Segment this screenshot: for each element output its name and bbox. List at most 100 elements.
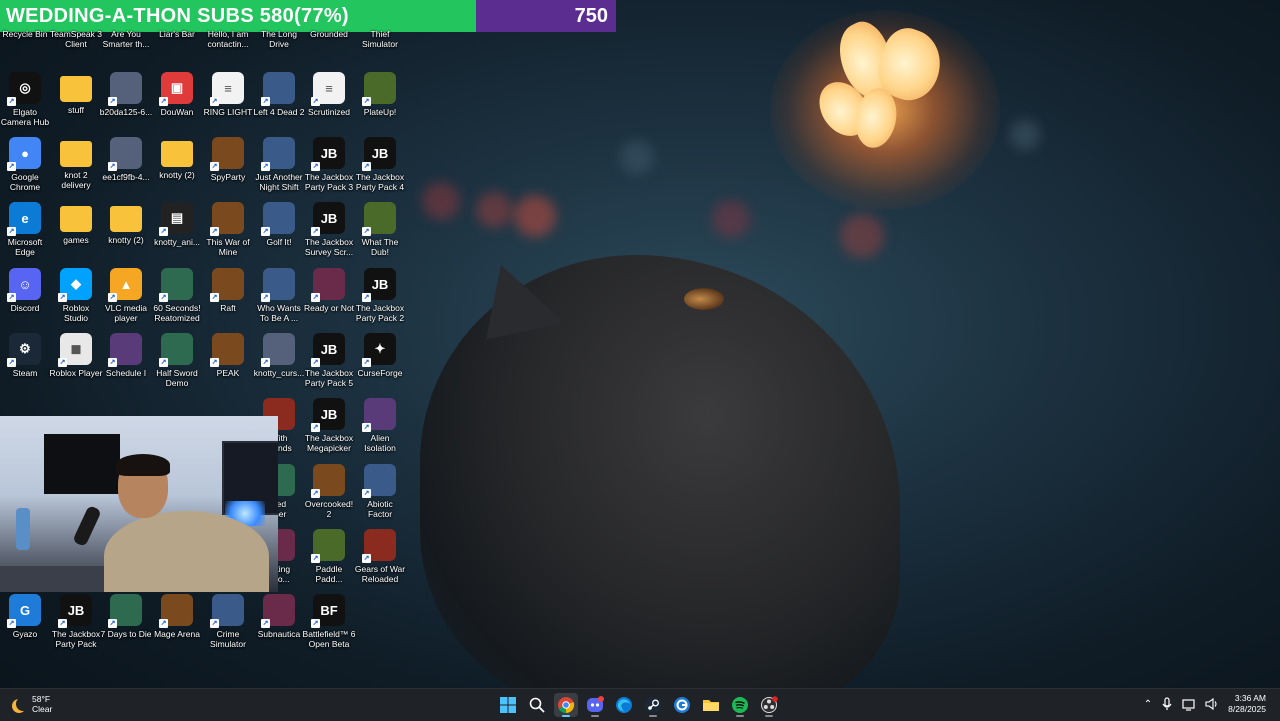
desktop-icon[interactable]: ● ↗ Google Chrome [0, 137, 54, 192]
desktop-icon[interactable]: ✦ ↗ CurseForge [351, 333, 409, 378]
jackbox-icon: JB ↗ [362, 137, 396, 171]
desktop-icon-label: Ready or Not [303, 303, 355, 313]
clock[interactable]: 3:36 AM 8/28/2025 [1228, 693, 1266, 715]
clock-time: 3:36 AM [1234, 693, 1266, 703]
desktop-icon[interactable]: ↗Liar's Bar [148, 0, 206, 39]
desktop-icon[interactable]: ▤ ↗ knotty_ani... [148, 202, 206, 247]
shortcut-arrow-icon: ↗ [7, 97, 16, 106]
taskbar-edge[interactable] [612, 693, 636, 717]
desktop-icon[interactable]: ↗ PlateUp! [351, 72, 409, 117]
desktop-icon[interactable]: G ↗ Gyazo [0, 594, 54, 639]
shortcut-arrow-icon: ↗ [311, 619, 320, 628]
desktop-icon[interactable]: ♻Recycle Bin [0, 0, 54, 39]
desktop-icon-label: The Jackbox Party Pack 3 [304, 172, 354, 192]
desktop-icon[interactable]: ≡ ↗ Scrutinized [300, 72, 358, 117]
desktop-icon[interactable]: ↗ Mage Arena [148, 594, 206, 639]
desktop-icon-label: Thief Simulator [362, 29, 398, 49]
search-button[interactable] [525, 693, 549, 717]
taskbar-obs[interactable] [757, 693, 781, 717]
desktop-icon[interactable]: ↗Thief Simulator [351, 0, 409, 49]
desktop-icon[interactable]: JB ↗ The Jackbox Survey Scr... [300, 202, 358, 257]
game-icon: ↗ [362, 529, 396, 563]
desktop-icon[interactable]: ↗ Schedule I [97, 333, 155, 378]
shortcut-arrow-icon: ↗ [7, 293, 16, 302]
desktop-icon[interactable]: ↗ Paddle Padd... [300, 529, 358, 584]
network-icon[interactable] [1182, 697, 1196, 711]
desktop-icon[interactable]: ↗ Abiotic Factor [351, 464, 409, 519]
microphone-icon[interactable] [1161, 697, 1173, 711]
desktop-icon[interactable]: knotty (2) [148, 137, 206, 180]
battlefield-icon: BF ↗ [311, 594, 345, 628]
desktop-icon[interactable]: ≡ ↗ RING LIGHT [199, 72, 257, 117]
game-icon: ↗ [311, 464, 345, 498]
chevron-up-icon[interactable]: ⌃ [1144, 699, 1152, 710]
shortcut-arrow-icon: ↗ [311, 554, 320, 563]
shortcut-arrow-icon: ↗ [108, 162, 117, 171]
desktop-icon-label: DouWan [160, 107, 194, 117]
desktop-icon[interactable]: ↗ b20da125-6... [97, 72, 155, 117]
game-icon: ↗ [261, 137, 295, 171]
folder-icon [60, 141, 92, 167]
desktop-icon-label: What The Dub! [361, 237, 399, 257]
desktop-icon[interactable]: JB ↗ The Jackbox Party Pack 3 [300, 137, 358, 192]
desktop-icon[interactable]: ▲ ↗ VLC media player [97, 268, 155, 323]
desktop-icon[interactable]: ↗ What The Dub! [351, 202, 409, 257]
desktop-icon-label: The Jackbox Party Pack 2 [355, 303, 405, 323]
jackbox-icon: JB ↗ [311, 137, 345, 171]
desktop-icon[interactable]: ↗ Half Sword Demo [148, 333, 206, 388]
taskbar-chrome[interactable] [554, 693, 578, 717]
weather-condition: Clear [32, 704, 53, 714]
weather-widget[interactable]: 58°F Clear [12, 694, 52, 714]
desktop-icon[interactable]: JB ↗ The Jackbox Megapicker [300, 398, 358, 453]
shortcut-arrow-icon: ↗ [311, 162, 320, 171]
taskbar-file-explorer[interactable] [699, 693, 723, 717]
shortcut-arrow-icon: ↗ [210, 293, 219, 302]
desktop-icon[interactable]: ↗ ee1cf9fb-4... [97, 137, 155, 182]
shortcut-arrow-icon: ↗ [108, 293, 117, 302]
gyazo-icon: G ↗ [7, 594, 41, 628]
desktop-icon[interactable]: ↗ Gears of War Reloaded [351, 529, 409, 584]
desktop-icon[interactable]: ↗ Crime Simulator [199, 594, 257, 649]
desktop-icon[interactable]: JB ↗ The Jackbox Party Pack 5 [300, 333, 358, 388]
jackbox-icon: JB ↗ [362, 268, 396, 302]
desktop-icon[interactable]: ≡↗Hello, I am contactin... [199, 0, 257, 49]
douwan-icon: ▣ ↗ [159, 72, 193, 106]
desktop-icon-label: Liar's Bar [159, 29, 195, 39]
desktop-icon[interactable]: e ↗ Microsoft Edge [0, 202, 54, 257]
taskbar-gyazo[interactable] [670, 693, 694, 717]
desktop-icon[interactable]: ↗Are You Smarter th... [97, 0, 155, 49]
jackbox-icon: JB ↗ [58, 594, 92, 628]
desktop-icon[interactable]: ◎ ↗ Elgato Camera Hub [0, 72, 54, 127]
taskbar-discord[interactable] [583, 693, 607, 717]
desktop-icon-label: VLC media player [104, 303, 148, 323]
desktop-icon[interactable]: BF ↗ Battlefield™ 6 Open Beta [300, 594, 358, 649]
taskbar-spotify[interactable] [728, 693, 752, 717]
taskbar-apps [496, 693, 781, 717]
desktop-icon[interactable]: JB ↗ The Jackbox Party Pack 2 [351, 268, 409, 323]
roblox-studio-icon: ◆ ↗ [58, 268, 92, 302]
chrome-icon: ● ↗ [7, 137, 41, 171]
start-button[interactable] [496, 693, 520, 717]
desktop-icon[interactable]: ↗Grounded [300, 0, 358, 39]
shortcut-arrow-icon: ↗ [58, 619, 67, 628]
desktop-icon[interactable]: ↗ Raft [199, 268, 257, 313]
desktop-icon[interactable]: ☺ ↗ Discord [0, 268, 54, 313]
desktop-icon[interactable]: ↗ PEAK [199, 333, 257, 378]
desktop-icon[interactable]: ↗ 7 Days to Die [97, 594, 155, 639]
desktop-icon[interactable]: ↗ Ready or Not [300, 268, 358, 313]
desktop-icon[interactable]: ↗ SpyParty [199, 137, 257, 182]
volume-icon[interactable] [1205, 697, 1219, 711]
desktop-icon[interactable]: ↗ 60 Seconds! Reatomized [148, 268, 206, 323]
desktop-icon-label: SpyParty [210, 172, 246, 182]
desktop-icon[interactable]: JB ↗ The Jackbox Party Pack 4 [351, 137, 409, 192]
desktop-icon[interactable]: ↗ Overcooked! 2 [300, 464, 358, 519]
shortcut-arrow-icon: ↗ [362, 489, 371, 498]
desktop-icon[interactable]: ↗ This War of Mine [199, 202, 257, 257]
desktop-icon[interactable]: ⚙ ↗ Steam [0, 333, 54, 378]
desktop-icon-label: This War of Mine [206, 237, 250, 257]
desktop-icon[interactable]: knotty (2) [97, 202, 155, 245]
game-icon: ↗ [261, 594, 295, 628]
taskbar-steam[interactable] [641, 693, 665, 717]
desktop-icon[interactable]: ▣ ↗ DouWan [148, 72, 206, 117]
desktop-icon[interactable]: ↗ Alien Isolation [351, 398, 409, 453]
